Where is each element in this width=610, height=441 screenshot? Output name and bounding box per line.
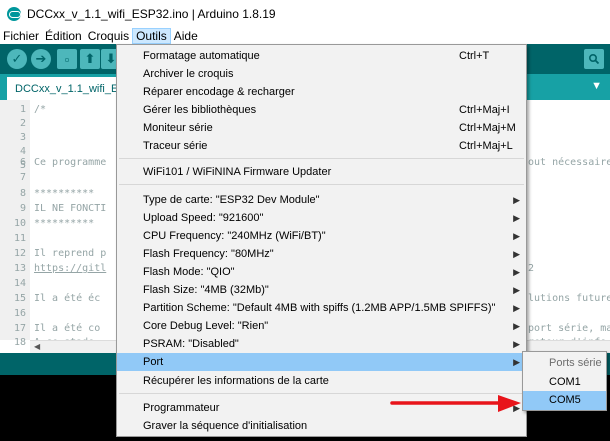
new-sketch-button[interactable]: ▫ — [57, 49, 77, 69]
submenu-arrow-icon: ▶ — [513, 195, 520, 205]
shortcut-label: Ctrl+T — [459, 50, 490, 62]
menu-item-flash-size[interactable]: Flash Size: "4MB (32Mb)" ▶ — [117, 281, 526, 299]
menu-item-firmware-updater[interactable]: WiFi101 / WiFiNINA Firmware Updater — [117, 163, 526, 181]
window-title-bar: DCCxx_v_1.1_wifi_ESP32.ino | Arduino 1.8… — [0, 0, 610, 27]
arduino-logo-icon — [7, 6, 21, 21]
menu-item-partition-scheme[interactable]: Partition Scheme: "Default 4MB with spif… — [117, 299, 526, 317]
magnifier-icon — [588, 53, 600, 65]
menu-item-recuperer-informations[interactable]: Récupérer les informations de la carte — [117, 372, 526, 390]
code-link[interactable]: https://gitl — [34, 261, 106, 276]
menu-item-flash-frequency[interactable]: Flash Frequency: "80MHz" ▶ — [117, 245, 526, 263]
menu-item-psram[interactable]: PSRAM: "Disabled" ▶ — [117, 335, 526, 353]
submenu-arrow-icon: ▶ — [513, 213, 520, 223]
menu-item-flash-mode[interactable]: Flash Mode: "QIO" ▶ — [117, 263, 526, 281]
window-title: DCCxx_v_1.1_wifi_ESP32.ino | Arduino 1.8… — [27, 6, 276, 21]
arrow-up-icon: ⬆ — [84, 51, 96, 66]
shortcut-label: Ctrl+Maj+M — [459, 122, 516, 134]
shortcut-label: Ctrl+Maj+L — [459, 140, 513, 152]
tab-sketch[interactable]: DCCxx_v_1.1_wifi_ES — [7, 77, 127, 100]
menu-item-reparer-encodage[interactable]: Réparer encodage & recharger — [117, 83, 526, 101]
port-submenu: Ports série COM1 COM5 — [522, 351, 607, 411]
scroll-left-arrow-icon[interactable]: ◀ — [34, 342, 40, 351]
upload-button[interactable]: ➔ — [31, 49, 51, 69]
submenu-arrow-icon: ▶ — [513, 303, 520, 313]
shortcut-label: Ctrl+Maj+I — [459, 104, 510, 116]
menu-item-archiver-croquis[interactable]: Archiver le croquis — [117, 65, 526, 83]
menu-outils[interactable]: Outils — [132, 27, 171, 44]
submenu-arrow-icon: ▶ — [513, 357, 520, 367]
submenu-arrow-icon: ▶ — [513, 231, 520, 241]
tabs-menu-chevron-icon[interactable]: ▼ — [591, 80, 602, 92]
menu-separator — [119, 158, 524, 159]
open-sketch-button[interactable]: ⬆ — [80, 49, 100, 69]
submenu-arrow-icon: ▶ — [513, 285, 520, 295]
submenu-arrow-icon: ▶ — [513, 249, 520, 259]
menu-item-upload-speed[interactable]: Upload Speed: "921600" ▶ — [117, 209, 526, 227]
submenu-arrow-icon: ▶ — [513, 339, 520, 349]
arrow-down-icon: ⬇ — [105, 51, 117, 66]
menu-bar: Fichier Édition Croquis Outils Aide — [0, 27, 610, 44]
submenu-arrow-icon: ▶ — [513, 321, 520, 331]
outils-menu: Formatage automatique Ctrl+T Archiver le … — [116, 44, 527, 437]
menu-item-moniteur-serie[interactable]: Moniteur série Ctrl+Maj+M — [117, 119, 526, 137]
menu-croquis[interactable]: Croquis — [85, 28, 132, 44]
menu-item-core-debug-level[interactable]: Core Debug Level: "Rien" ▶ — [117, 317, 526, 335]
menu-fichier[interactable]: Fichier — [0, 28, 42, 44]
port-option-com5[interactable]: COM5 — [523, 391, 606, 410]
submenu-header-ports-serie: Ports série — [549, 357, 602, 369]
new-file-icon: ▫ — [64, 51, 70, 67]
arrow-right-icon: ➔ — [35, 51, 47, 66]
menu-item-cpu-frequency[interactable]: CPU Frequency: "240MHz (WiFi/BT)" ▶ — [117, 227, 526, 245]
menu-item-gerer-bibliotheques[interactable]: Gérer les bibliothèques Ctrl+Maj+I — [117, 101, 526, 119]
submenu-arrow-icon: ▶ — [513, 267, 520, 277]
menu-item-port[interactable]: Port ▶ — [117, 353, 526, 371]
menu-separator — [119, 184, 524, 185]
menu-item-graver-sequence[interactable]: Graver la séquence d'initialisation — [117, 417, 526, 435]
menu-edition[interactable]: Édition — [42, 28, 85, 44]
menu-item-traceur-serie[interactable]: Traceur série Ctrl+Maj+L — [117, 137, 526, 155]
red-annotation-arrow-icon — [390, 395, 521, 412]
serial-monitor-button[interactable] — [584, 49, 604, 69]
port-option-com1[interactable]: COM1 — [523, 373, 606, 392]
check-icon: ✓ — [11, 51, 23, 66]
menu-aide[interactable]: Aide — [171, 28, 201, 44]
menu-item-type-de-carte[interactable]: Type de carte: "ESP32 Dev Module" ▶ — [117, 191, 526, 209]
verify-button[interactable]: ✓ — [7, 49, 27, 69]
menu-item-formatage-automatique[interactable]: Formatage automatique Ctrl+T — [117, 47, 526, 65]
